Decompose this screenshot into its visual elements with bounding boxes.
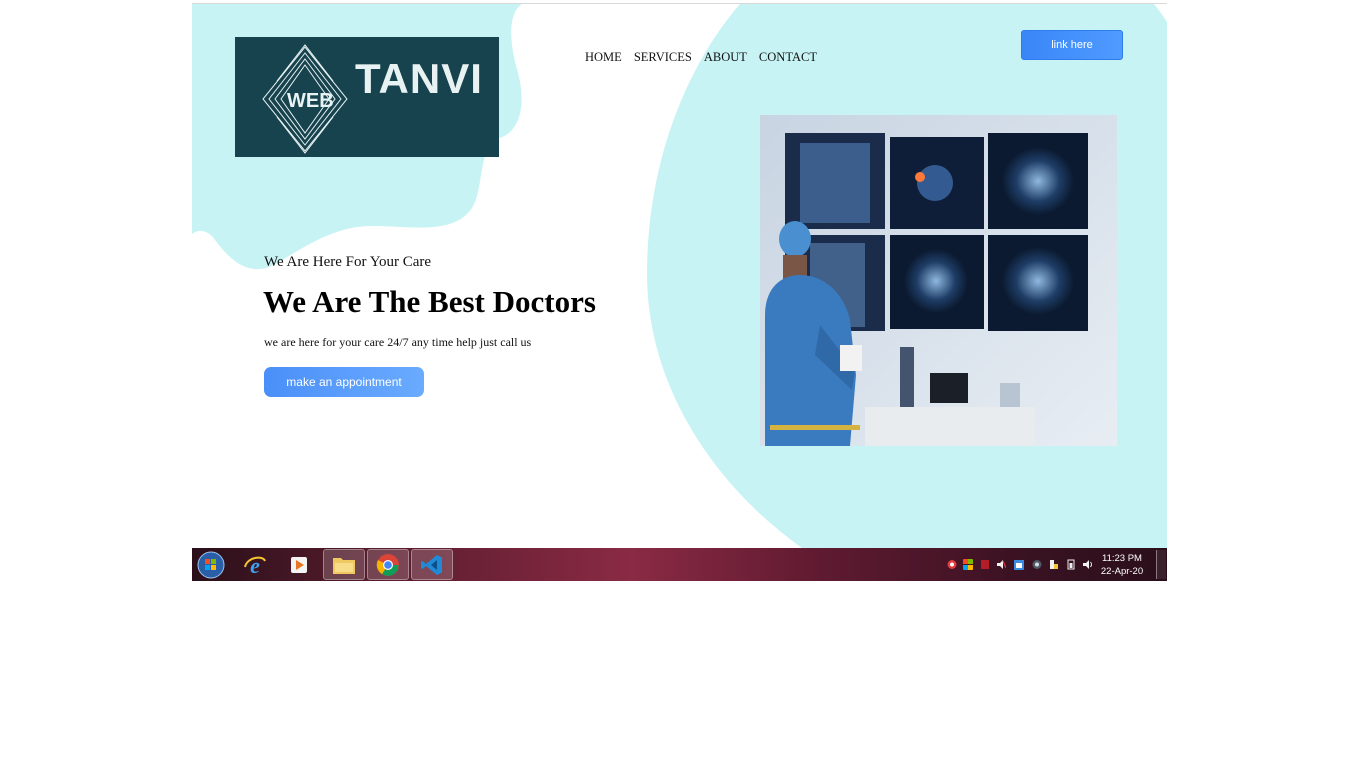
main-nav: HOME SERVICES ABOUT CONTACT <box>585 50 817 65</box>
media-player-icon <box>291 556 307 573</box>
hero-headline: We Are The Best Doctors <box>263 284 596 319</box>
folder-icon <box>333 557 355 574</box>
windows-logo-icon <box>197 551 225 578</box>
tray-speaker-muted-icon[interactable] <box>996 559 1006 570</box>
doctor-xray-image <box>760 115 1117 446</box>
tray-calendar-icon[interactable] <box>1014 559 1024 570</box>
nav-item-about[interactable]: ABOUT <box>704 50 747 65</box>
logo-name-text: TANVI <box>355 55 483 102</box>
windows-taskbar: e 11:23 PM 22-Apr-20 <box>192 548 1167 581</box>
tray-network-icon[interactable] <box>947 559 957 570</box>
chrome-icon <box>376 553 399 576</box>
logo-small-text: WEB <box>287 90 334 112</box>
tray-app-icon[interactable] <box>963 559 973 570</box>
start-button[interactable] <box>192 549 230 580</box>
internet-explorer-icon: e <box>244 553 266 577</box>
screenshot: WEB TANVI HOME SERVICES ABOUT CONTACT li… <box>192 3 1167 581</box>
taskbar-file-explorer[interactable] <box>323 549 365 580</box>
taskbar-vscode[interactable] <box>411 549 453 580</box>
taskbar-internet-explorer[interactable]: e <box>234 549 276 580</box>
tray-flag-icon[interactable] <box>980 559 990 570</box>
nav-item-contact[interactable]: CONTACT <box>759 50 817 65</box>
clock-date: 22-Apr-20 <box>1100 566 1144 577</box>
taskbar-chrome[interactable] <box>367 549 409 580</box>
clock-time: 11:23 PM <box>1102 553 1142 564</box>
tray-security-icon[interactable] <box>1032 559 1042 570</box>
vscode-icon <box>421 554 442 575</box>
hero-tagline: We Are Here For Your Care <box>264 254 432 270</box>
svg-text:e: e <box>250 553 260 577</box>
taskbar-clock[interactable]: 11:23 PM 22-Apr-20 <box>1100 552 1144 578</box>
nav-item-home[interactable]: HOME <box>585 50 622 65</box>
show-desktop-button[interactable] <box>1156 550 1166 579</box>
taskbar-media-player[interactable] <box>278 549 320 580</box>
link-here-button[interactable]: link here <box>1021 30 1123 60</box>
brand-logo[interactable]: WEB TANVI <box>235 37 499 157</box>
webpage: WEB TANVI HOME SERVICES ABOUT CONTACT li… <box>192 4 1167 548</box>
nav-item-services[interactable]: SERVICES <box>634 50 692 65</box>
tray-action-center-icon[interactable] <box>1049 559 1059 570</box>
tray-volume-icon[interactable] <box>1083 559 1093 570</box>
make-appointment-button[interactable]: make an appointment <box>264 367 424 397</box>
tray-battery-icon[interactable] <box>1066 559 1076 570</box>
hero-subtext: we are here for your care 24/7 any time … <box>264 335 532 349</box>
